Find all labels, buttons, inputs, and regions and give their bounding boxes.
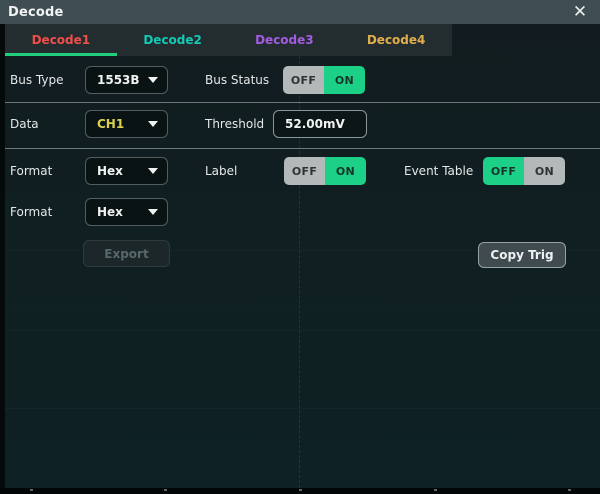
event-table-off[interactable]: OFF [483, 157, 524, 185]
titlebar: Decode ✕ [0, 0, 600, 24]
tab-decode3[interactable]: Decode3 [229, 24, 341, 56]
bus-status-off[interactable]: OFF [283, 66, 324, 94]
data-source-dropdown[interactable]: CH1 [85, 110, 168, 138]
screen-edge-bottom [0, 488, 600, 494]
tab-decode4[interactable]: Decode4 [340, 24, 452, 56]
tab-decode2[interactable]: Decode2 [117, 24, 229, 56]
chevron-down-icon [148, 168, 158, 174]
label-toggle[interactable]: OFF ON [284, 157, 366, 185]
threshold-label: Threshold [205, 110, 264, 138]
export-button[interactable]: Export [83, 240, 170, 267]
event-table-label: Event Table [404, 157, 473, 185]
screen-edge-left [0, 24, 5, 488]
event-table-toggle[interactable]: OFF ON [483, 157, 565, 185]
tab-decode1[interactable]: Decode1 [5, 24, 117, 56]
data-label: Data [10, 110, 39, 138]
chevron-down-icon [148, 121, 158, 127]
copy-trig-button[interactable]: Copy Trig [478, 242, 566, 268]
threshold-input[interactable]: 52.00mV [273, 110, 367, 138]
chevron-down-icon [148, 209, 158, 215]
label-toggle-label: Label [205, 157, 237, 185]
format2-label: Format [10, 198, 52, 226]
format2-dropdown[interactable]: Hex [85, 198, 168, 226]
format-label: Format [10, 157, 52, 185]
bus-status-toggle[interactable]: OFF ON [283, 66, 365, 94]
separator [5, 148, 600, 149]
bus-status-on[interactable]: ON [324, 66, 365, 94]
bus-type-label: Bus Type [10, 66, 63, 94]
graticule-line [0, 408, 600, 409]
close-icon[interactable]: ✕ [568, 0, 592, 24]
bus-type-dropdown[interactable]: 1553B [85, 66, 168, 94]
decode-dialog: Decode ✕ Decode1 Decode2 Decode3 Decode4… [0, 0, 600, 494]
event-table-on[interactable]: ON [524, 157, 565, 185]
decode-tab-strip: Decode1 Decode2 Decode3 Decode4 [5, 24, 452, 56]
separator [5, 102, 600, 103]
format-dropdown[interactable]: Hex [85, 157, 168, 185]
label-off[interactable]: OFF [284, 157, 325, 185]
bus-status-label: Bus Status [205, 66, 269, 94]
chevron-down-icon [148, 77, 158, 83]
dialog-title: Decode [8, 5, 64, 20]
graticule-line [0, 330, 600, 331]
label-on[interactable]: ON [325, 157, 366, 185]
